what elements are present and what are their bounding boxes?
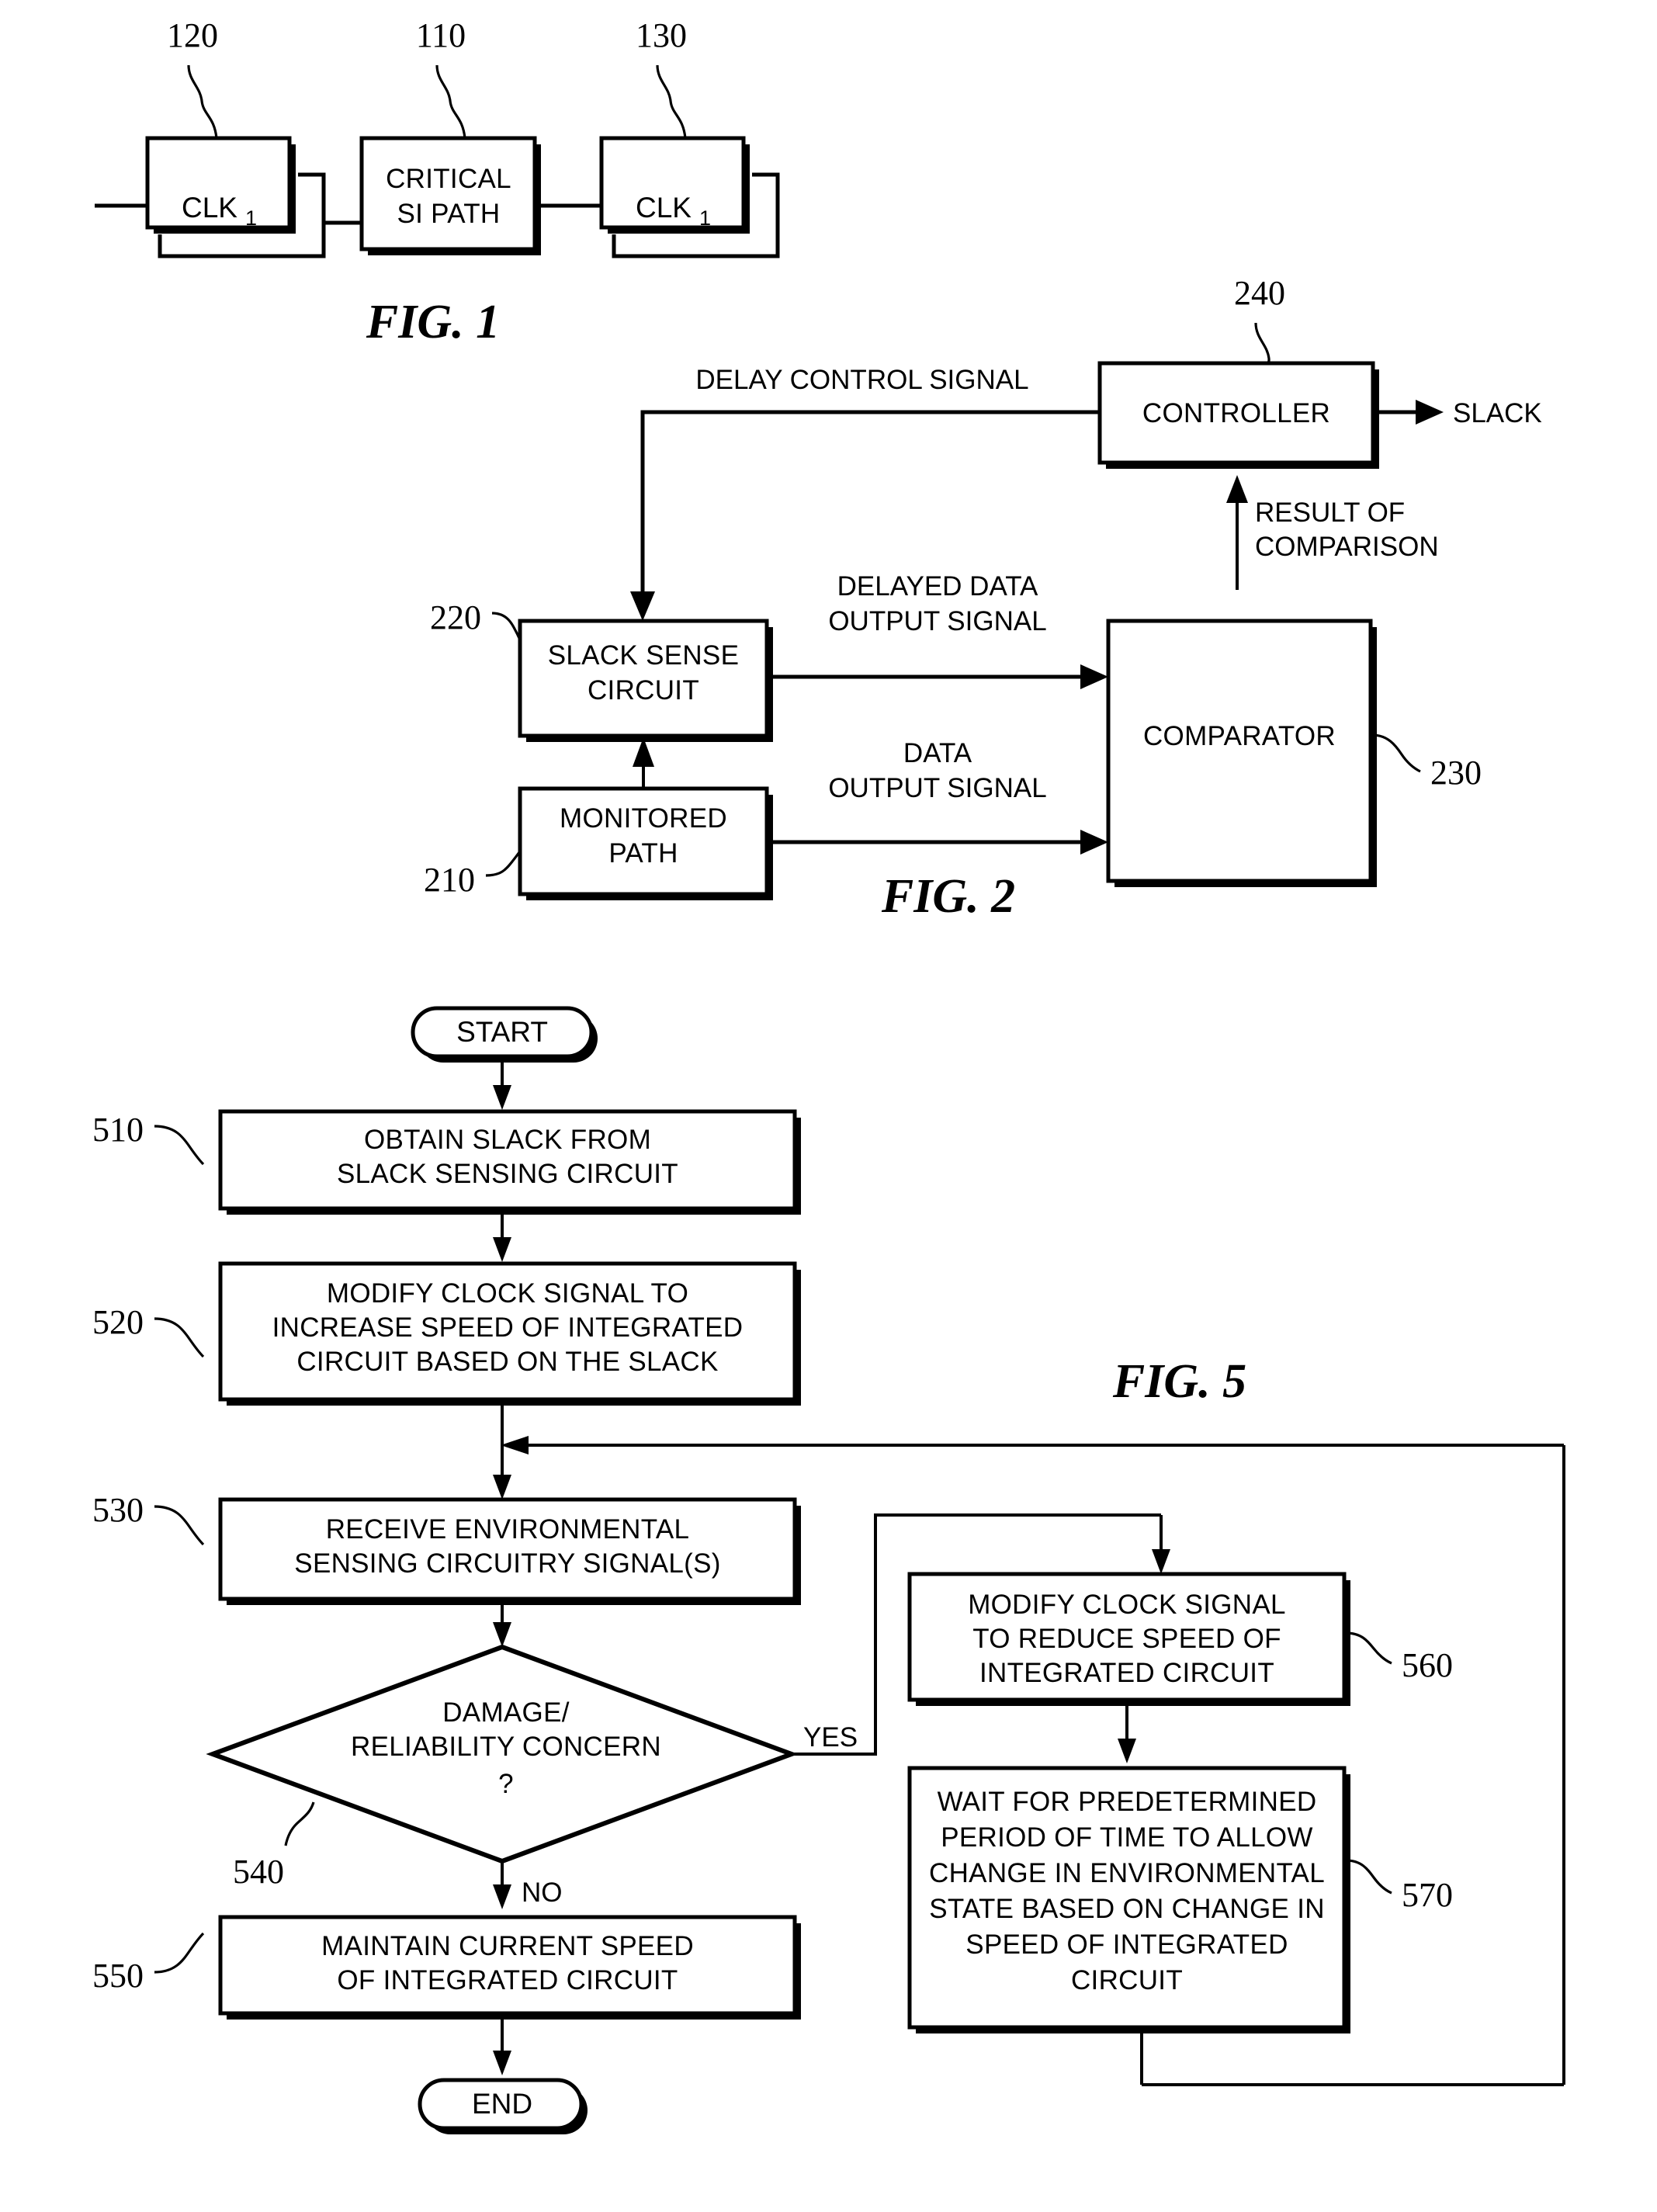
- ref-label-510: 510: [92, 1111, 144, 1149]
- result-of-comparison-line2: COMPARISON: [1255, 532, 1439, 562]
- ref-label-520: 520: [92, 1303, 144, 1341]
- ref-label-110: 110: [416, 16, 466, 54]
- arrow-530-to-540-head: [493, 1622, 511, 1647]
- leader-line-560: [1345, 1631, 1392, 1665]
- decision-540-line1: DAMAGE/: [442, 1697, 570, 1728]
- arrow-to-530-head: [493, 1475, 511, 1500]
- controller-label: CONTROLLER: [1142, 398, 1330, 428]
- critical-path-line2: SI PATH: [397, 199, 500, 229]
- decision-540-line3: ?: [498, 1769, 514, 1799]
- patent-drawing-sheet: 120 110 130 CLK 1 CRITICAL SI PATH CLK 1: [0, 0, 1657, 2212]
- ref-label-540: 540: [233, 1853, 284, 1891]
- leader-line-230: [1371, 733, 1421, 773]
- step-510-line1: OBTAIN SLACK FROM: [364, 1125, 651, 1155]
- step-570-line1: WAIT FOR PREDETERMINED: [938, 1787, 1317, 1817]
- step-570-line2: PERIOD OF TIME TO ALLOW: [941, 1822, 1313, 1853]
- figure-1: 120 110 130 CLK 1 CRITICAL SI PATH CLK 1: [95, 16, 780, 348]
- step-560-line2: TO REDUCE SPEED OF: [972, 1624, 1281, 1654]
- ref-label-120: 120: [167, 16, 218, 54]
- ref-label-130: 130: [636, 16, 687, 54]
- step-520-line1: MODIFY CLOCK SIGNAL TO: [327, 1278, 688, 1309]
- ref-label-240: 240: [1234, 274, 1285, 312]
- arrow-510-to-520-head: [493, 1237, 511, 1262]
- delay-control-signal-label: DELAY CONTROL SIGNAL: [695, 365, 1028, 395]
- delay-control-signal-path: [640, 410, 1100, 596]
- ref-label-570: 570: [1402, 1876, 1453, 1914]
- arrow-start-to-510-head: [493, 1085, 511, 1110]
- slack-sense-line1: SLACK SENSE: [548, 640, 739, 671]
- data-output-arrowhead: [1080, 830, 1108, 855]
- figure-1-caption: FIG. 1: [366, 296, 500, 348]
- result-of-comparison-arrowhead: [1226, 475, 1248, 503]
- monitored-path-line1: MONITORED: [560, 803, 727, 834]
- no-branch-arrowhead: [493, 1884, 511, 1909]
- step-570-line6: CIRCUIT: [1071, 1965, 1183, 1995]
- data-output-line1: DATA: [903, 738, 972, 768]
- leader-line-540: [284, 1801, 315, 1846]
- ref-label-210: 210: [424, 861, 475, 899]
- leader-line-120: [187, 64, 218, 139]
- decision-540-line2: RELIABILITY CONCERN: [351, 1732, 661, 1762]
- slack-output-arrowhead: [1416, 400, 1444, 425]
- ref-label-530: 530: [92, 1491, 144, 1529]
- leader-line-530: [154, 1505, 205, 1546]
- branch-label-no: NO: [522, 1877, 563, 1908]
- leader-line-550: [154, 1932, 205, 1974]
- ref-label-220: 220: [430, 598, 481, 636]
- branch-label-yes: YES: [803, 1722, 858, 1753]
- monitored-path-line2: PATH: [608, 838, 678, 869]
- clk-right-subscript: 1: [699, 206, 711, 230]
- delay-control-arrowhead: [630, 591, 655, 621]
- step-560-line3: INTEGRATED CIRCUIT: [979, 1658, 1274, 1688]
- clk-right-label: CLK: [636, 192, 692, 224]
- start-terminal-label: START: [456, 1016, 548, 1048]
- delayed-data-line2: OUTPUT SIGNAL: [828, 606, 1046, 636]
- yes-branch-arrowhead: [1152, 1549, 1170, 1574]
- step-530-line2: SENSING CIRCUITRY SIGNAL(S): [294, 1548, 720, 1579]
- step-530-line1: RECEIVE ENVIRONMENTAL: [326, 1514, 690, 1545]
- figure-2-caption: FIG. 2: [881, 870, 1015, 923]
- step-510-line2: SLACK SENSING CIRCUIT: [337, 1159, 678, 1189]
- step-520-line3: CIRCUIT BASED ON THE SLACK: [296, 1347, 718, 1377]
- step-570-line5: SPEED OF INTEGRATED: [965, 1929, 1288, 1960]
- leader-line-570: [1345, 1859, 1392, 1895]
- data-output-line2: OUTPUT SIGNAL: [828, 773, 1046, 803]
- delayed-data-line1: DELAYED DATA: [837, 571, 1038, 602]
- arrow-550-to-end-head: [493, 2051, 511, 2075]
- step-520-line2: INCREASE SPEED OF INTEGRATED: [272, 1312, 744, 1343]
- step-550-line1: MAINTAIN CURRENT SPEED: [321, 1931, 694, 1961]
- ref-label-560: 560: [1402, 1646, 1453, 1684]
- step-570-line4: STATE BASED ON CHANGE IN: [929, 1894, 1325, 1924]
- arrow-560-to-570-head: [1118, 1739, 1136, 1763]
- result-of-comparison-line1: RESULT OF: [1255, 498, 1405, 528]
- figure-canvas: 120 110 130 CLK 1 CRITICAL SI PATH CLK 1: [92, 16, 1565, 2134]
- leader-line-110: [435, 64, 466, 139]
- clk-left-label: CLK: [182, 192, 237, 224]
- ref-label-230: 230: [1430, 754, 1482, 792]
- step-560-line1: MODIFY CLOCK SIGNAL: [968, 1590, 1286, 1620]
- slack-output-label: SLACK: [1453, 398, 1542, 428]
- leader-line-510: [154, 1125, 205, 1166]
- slack-sense-line2: CIRCUIT: [588, 675, 699, 706]
- delayed-data-arrowhead: [1080, 664, 1108, 689]
- ref-label-550: 550: [92, 1957, 144, 1995]
- comparator-label: COMPARATOR: [1143, 721, 1336, 751]
- end-terminal-label: END: [472, 2088, 532, 2120]
- loopback-arrowhead: [501, 1436, 529, 1454]
- clk-left-subscript: 1: [245, 206, 257, 230]
- critical-path-line1: CRITICAL: [386, 164, 511, 194]
- figure-5: START 510 OBTAIN SLACK FROM SLACK SENSIN…: [92, 1006, 1565, 2134]
- figure-5-caption: FIG. 5: [1112, 1355, 1246, 1408]
- step-550-line2: OF INTEGRATED CIRCUIT: [337, 1965, 678, 1995]
- figure-2: 240 CONTROLLER DELAY CONTROL SIGNAL SLAC…: [424, 274, 1542, 923]
- leader-line-130: [656, 64, 687, 139]
- step-570-line3: CHANGE IN ENVIRONMENTAL: [929, 1858, 1325, 1888]
- leader-line-520: [154, 1317, 205, 1358]
